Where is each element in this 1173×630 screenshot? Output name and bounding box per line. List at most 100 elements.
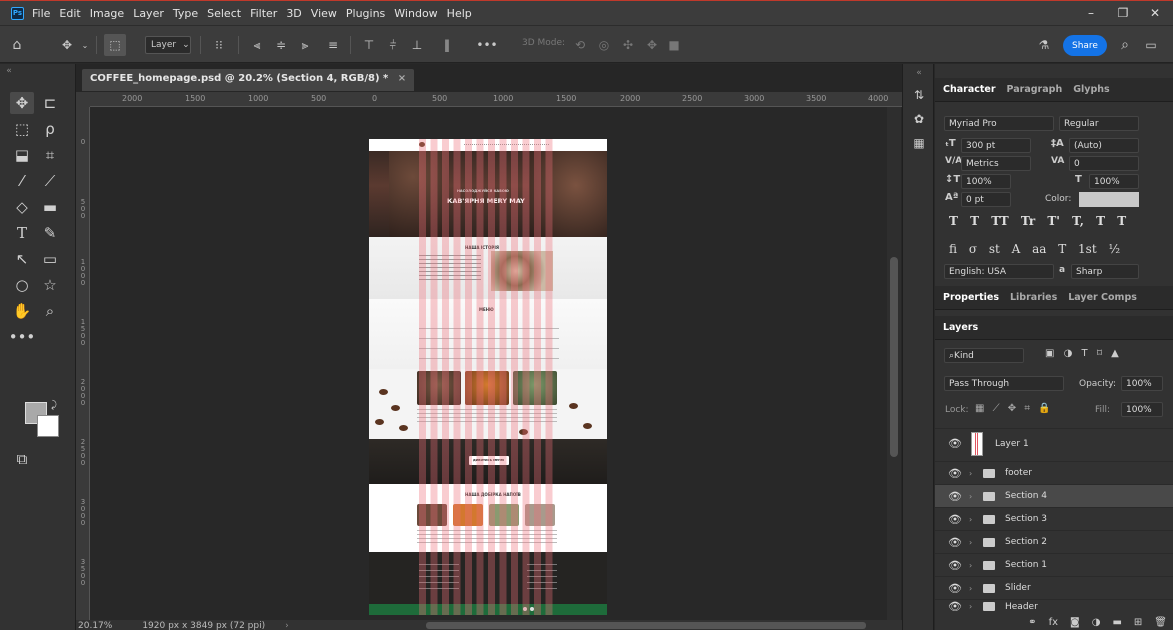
vertical-scrollbar[interactable] xyxy=(887,107,901,621)
menu-3d[interactable]: 3D xyxy=(286,7,301,20)
gradient-tool-icon[interactable]: ▬ xyxy=(38,196,62,218)
tab-libraries[interactable]: Libraries xyxy=(1010,292,1057,303)
chevron-right-icon[interactable]: › xyxy=(285,621,289,630)
eyedropper-tool-icon[interactable]: ⁄ xyxy=(10,170,34,192)
menu-select[interactable]: Select xyxy=(207,7,241,20)
rectangle-tool-icon[interactable]: ▭ xyxy=(38,248,62,270)
tab-layer-comps[interactable]: Layer Comps xyxy=(1068,292,1137,303)
brush-tool-icon[interactable]: ⟋ xyxy=(38,170,62,192)
new-group-icon[interactable]: ▬ xyxy=(1112,617,1121,628)
object-select-tool-icon[interactable]: ⬓ xyxy=(10,144,34,166)
more-tools-icon[interactable]: ••• xyxy=(9,326,36,348)
align-top-icon[interactable]: ⊤ xyxy=(358,34,380,56)
artboard[interactable]: НАСОЛОДЖУЙСЯ КАВОЮ КАВ'ЯРНЯ MERY MAY НАШ… xyxy=(369,139,607,615)
layer-group-row[interactable]: 👁 › Section 4 xyxy=(935,484,1173,507)
menu-plugins[interactable]: Plugins xyxy=(346,7,385,20)
type-tool-icon[interactable]: T xyxy=(10,222,34,244)
antialias-select[interactable]: Sharp xyxy=(1071,264,1139,279)
scrollbar-thumb[interactable] xyxy=(890,257,898,457)
document-tab[interactable]: COFFEE_homepage.psd @ 20.2% (Section 4, … xyxy=(82,69,415,91)
swatches-icon[interactable]: ▦ xyxy=(910,134,928,152)
minimize-button[interactable]: – xyxy=(1075,1,1107,25)
auto-select-checkbox[interactable]: ⬚ xyxy=(104,34,126,56)
vertical-ruler[interactable]: 0 5 0 0 1 0 0 0 1 5 0 0 2 0 0 0 2 5 0 0 … xyxy=(76,107,90,627)
custom-shape-tool-icon[interactable]: ☆ xyxy=(38,274,62,296)
kerning-field[interactable]: Metrics xyxy=(961,156,1031,171)
tab-layers[interactable]: Layers xyxy=(943,322,978,333)
home-icon[interactable]: ⌂ xyxy=(4,34,30,56)
distribute-icon[interactable]: ≡ xyxy=(322,34,344,56)
visibility-eye-icon[interactable]: 👁 xyxy=(948,559,962,572)
visibility-eye-icon[interactable]: 👁 xyxy=(948,536,962,549)
menu-type[interactable]: Type xyxy=(173,7,198,20)
move-tool-icon[interactable]: ✥ xyxy=(55,34,79,56)
layer-group-row[interactable]: 👁 › Section 3 xyxy=(935,507,1173,530)
baseline-shift-field[interactable]: 0 pt xyxy=(961,192,1011,207)
horizontal-scale-field[interactable]: 100% xyxy=(1089,174,1139,189)
layer-group-row[interactable]: 👁 › Header xyxy=(935,599,1173,613)
ellipse-tool-icon[interactable]: ○ xyxy=(10,274,34,296)
zoom-level[interactable]: 20.17% xyxy=(78,621,112,630)
add-mask-icon[interactable]: ◙ xyxy=(1070,617,1080,628)
transform-controls-icon[interactable]: ⁝⁝ xyxy=(208,34,230,56)
crop-tool-icon[interactable]: ⌗ xyxy=(38,144,62,166)
collapse-toolbox-icon[interactable]: « xyxy=(2,66,16,76)
menu-layer[interactable]: Layer xyxy=(133,7,164,20)
menu-edit[interactable]: Edit xyxy=(59,7,80,20)
quick-mask-icon[interactable]: ⧉ xyxy=(10,448,34,470)
text-color-swatch[interactable] xyxy=(1079,192,1139,207)
horizontal-ruler[interactable]: 2000 1500 1000 500 0 500 1000 1500 2000 … xyxy=(90,92,902,107)
layer-group-row[interactable]: 👁 › footer xyxy=(935,461,1173,484)
expand-arrow-icon[interactable]: › xyxy=(969,492,972,501)
collapse-dock-icon[interactable]: « xyxy=(910,64,928,82)
vertical-scale-field[interactable]: 100% xyxy=(961,174,1011,189)
expand-arrow-icon[interactable]: › xyxy=(969,602,972,611)
blend-mode-select[interactable]: Pass Through xyxy=(944,376,1064,391)
workspace-icon[interactable]: ▭ xyxy=(1141,34,1161,56)
menu-filter[interactable]: Filter xyxy=(250,7,277,20)
visibility-eye-icon[interactable]: 👁 xyxy=(948,437,962,450)
hand-tool-icon[interactable]: ✋ xyxy=(10,300,34,322)
search-icon[interactable]: ⌕ xyxy=(1115,34,1135,56)
language-select[interactable]: English: USA xyxy=(944,264,1054,279)
expand-arrow-icon[interactable]: › xyxy=(969,538,972,547)
layer-filter-icons[interactable]: ▣ ◑ T ⌑ ▲ xyxy=(1045,348,1119,359)
more-options-icon[interactable]: ••• xyxy=(474,34,500,56)
menu-view[interactable]: View xyxy=(311,7,337,20)
distribute-vertical-icon[interactable]: ‖ xyxy=(436,34,458,56)
type-style-buttons[interactable]: T T TT Tr T' T, T T xyxy=(949,214,1126,228)
align-left-icon[interactable]: ⫷ xyxy=(246,34,268,56)
chevron-down-icon[interactable]: ⌄ xyxy=(80,34,90,56)
align-right-icon[interactable]: ⫸ xyxy=(294,34,316,56)
move-tool-icon[interactable]: ✥ xyxy=(10,92,34,114)
expand-arrow-icon[interactable]: › xyxy=(969,561,972,570)
menu-image[interactable]: Image xyxy=(90,7,124,20)
expand-arrow-icon[interactable]: › xyxy=(969,515,972,524)
font-style-select[interactable]: Regular xyxy=(1059,116,1139,131)
visibility-eye-icon[interactable]: 👁 xyxy=(948,490,962,503)
tab-glyphs[interactable]: Glyphs xyxy=(1073,84,1109,95)
tab-paragraph[interactable]: Paragraph xyxy=(1007,84,1063,95)
close-tab-icon[interactable]: × xyxy=(398,73,406,84)
fx-icon[interactable]: fx xyxy=(1049,617,1058,628)
tab-character[interactable]: Character xyxy=(943,84,996,95)
fill-field[interactable]: 100% xyxy=(1121,402,1163,417)
layer-group-row[interactable]: 👁 › Section 1 xyxy=(935,553,1173,576)
layer-filter-select[interactable]: ⌕ Kind xyxy=(944,348,1024,363)
adjustment-layer-icon[interactable]: ◑ xyxy=(1092,617,1101,628)
link-layers-icon[interactable]: ⚭ xyxy=(1028,617,1036,628)
lasso-tool-icon[interactable]: ρ xyxy=(38,118,62,140)
menu-file[interactable]: File xyxy=(32,7,50,20)
share-button[interactable]: Share xyxy=(1063,35,1107,56)
lock-icons[interactable]: ▦ ⟋ ✥ ⌗ 🔒 xyxy=(975,403,1051,414)
expand-arrow-icon[interactable]: › xyxy=(969,469,972,478)
font-family-select[interactable]: Myriad Pro xyxy=(944,116,1054,131)
zoom-tool-icon[interactable]: ⌕ xyxy=(38,300,62,322)
tab-properties[interactable]: Properties xyxy=(943,292,999,303)
tracking-field[interactable]: 0 xyxy=(1069,156,1139,171)
expand-arrow-icon[interactable]: › xyxy=(969,584,972,593)
leading-field[interactable]: (Auto) xyxy=(1069,138,1139,153)
align-middle-icon[interactable]: ⫩ xyxy=(382,34,404,56)
align-center-icon[interactable]: ≑ xyxy=(270,34,292,56)
visibility-eye-icon[interactable]: 👁 xyxy=(948,600,962,613)
